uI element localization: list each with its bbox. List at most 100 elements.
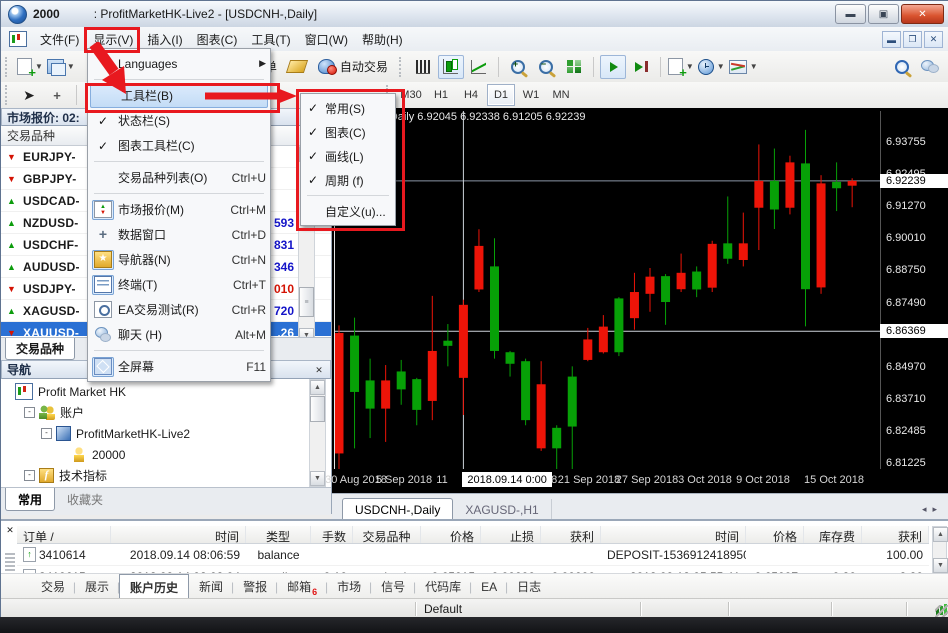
chart-tab-XAGUSD-,H1[interactable]: XAGUSD-,H1 (453, 499, 551, 520)
menu-item[interactable]: 聊天 (H)Alt+M (88, 322, 270, 347)
menu-item[interactable]: ✓图表工具栏(C) (88, 133, 270, 158)
period-D1[interactable]: D1 (487, 84, 515, 106)
minimize-button[interactable]: ▬ (835, 4, 866, 24)
profiles-button[interactable]: ▼ (46, 55, 76, 79)
column-header-时间[interactable]: 时间 (111, 526, 246, 543)
menu-item[interactable]: 全屏幕F11 (88, 354, 270, 379)
chart-shift-button[interactable] (628, 55, 654, 79)
restore-button[interactable]: ▣ (868, 4, 899, 24)
menu-item[interactable]: 自定义(u)... (301, 199, 395, 223)
terminal-tab-代码库[interactable]: 代码库| (415, 574, 471, 599)
toolbar-grip[interactable] (399, 57, 405, 77)
period-H1[interactable]: H1 (427, 84, 455, 106)
terminal-tab-账户历史[interactable]: 账户历史 (119, 574, 189, 600)
menu-item[interactable]: ✓图表(C) (301, 120, 395, 144)
menu-item[interactable]: ✓画线(L) (301, 144, 395, 168)
period-W1[interactable]: W1 (517, 84, 545, 106)
new-chart-button[interactable]: +▼ (16, 55, 44, 79)
chart-window-system-icon[interactable] (9, 31, 27, 47)
terminal-tab-EA[interactable]: EA| (471, 574, 507, 599)
menu-窗口(W)[interactable]: 窗口(W) (298, 27, 355, 52)
menu-item[interactable]: +数据窗口Ctrl+D (88, 222, 270, 247)
column-header-库存费[interactable]: 库存费 (804, 526, 862, 543)
toolbar-grip[interactable] (5, 85, 11, 105)
status-profile[interactable]: Default (416, 602, 641, 616)
terminal-tab-信号[interactable]: 信号| (371, 574, 415, 599)
menu-item[interactable]: EA交易测试(R)Ctrl+R (88, 297, 270, 322)
scrollbar-thumb[interactable] (310, 396, 325, 422)
menu-item[interactable]: ✓周期 (f) (301, 168, 395, 192)
period-MN[interactable]: MN (547, 84, 575, 106)
toolbar-grip[interactable] (5, 57, 11, 77)
child-close-button[interactable]: ✕ (924, 31, 943, 48)
tree-item-技术指标[interactable]: -f技术指标 (1, 465, 307, 486)
price-axis[interactable]: 6.937556.924956.912706.900106.887506.874… (880, 111, 948, 469)
child-minimize-button[interactable]: ▬ (882, 31, 901, 48)
zoom-in-button[interactable]: + (505, 55, 531, 79)
order-row[interactable]: ↑34106142018.09.14 08:06:59balanceDEPOSI… (17, 544, 929, 566)
column-header-类型[interactable]: 类型 (246, 526, 311, 543)
menu-item[interactable]: 终端(T)Ctrl+T (88, 272, 270, 297)
menu-item[interactable]: 交易品种列表(O)Ctrl+U (88, 165, 270, 190)
menu-item[interactable]: Languages▶ (88, 51, 270, 76)
column-header-订单 /[interactable]: 订单 / (17, 526, 111, 543)
tree-expander[interactable]: - (24, 470, 35, 481)
periods-button[interactable]: ▼ (697, 55, 726, 79)
scroll-down-button[interactable]: ▼ (933, 558, 948, 573)
scroll-down-button[interactable]: ▼ (310, 471, 325, 486)
column-header-时间[interactable]: 时间 (601, 526, 746, 543)
scrollbar-thumb[interactable]: ≡ (299, 287, 314, 317)
history-center-button[interactable] (284, 55, 310, 79)
close-button[interactable]: ✕ (901, 4, 944, 24)
terminal-tab-市场[interactable]: 市场| (327, 574, 371, 599)
terminal-tab-交易[interactable]: 交易| (31, 574, 75, 599)
column-header-获利[interactable]: 获利 (541, 526, 601, 543)
tree-item-ProfitMarketHK-Live2[interactable]: -ProfitMarketHK-Live2 (1, 423, 307, 444)
column-header-交易品种[interactable]: 交易品种 (353, 526, 421, 543)
navigator-tab-常用[interactable]: 常用 (5, 488, 55, 511)
menu-帮助(H)[interactable]: 帮助(H) (355, 27, 410, 52)
menu-item[interactable]: ✓常用(S) (301, 96, 395, 120)
chart-plot-area[interactable] (334, 111, 881, 469)
indicators-button[interactable]: +▼ (667, 55, 695, 79)
symbols-tab[interactable]: 交易品种 (5, 338, 75, 360)
terminal-tab-警报[interactable]: 警报| (233, 574, 277, 599)
line-chart-button[interactable] (466, 55, 492, 79)
zoom-out-button[interactable]: − (533, 55, 559, 79)
menu-item[interactable]: ✓状态栏(S) (88, 108, 270, 133)
terminal-tab-新闻[interactable]: 新闻| (189, 574, 233, 599)
time-axis[interactable]: 30 Aug 20185 Sep 20181114 Sep 201821 Sep… (334, 469, 948, 491)
column-header-价格[interactable]: 价格 (746, 526, 804, 543)
auto-trading-button[interactable]: 自动交易 (312, 55, 394, 79)
menu-item[interactable]: ★导航器(N)Ctrl+N (88, 247, 270, 272)
candlestick-chart-button[interactable] (438, 55, 464, 79)
scroll-up-button[interactable]: ▲ (310, 380, 325, 395)
terminal-tab-邮箱[interactable]: 邮箱6| (277, 574, 327, 599)
tree-expander[interactable]: - (41, 428, 52, 439)
tab-scroll-arrows[interactable]: ◂▸ (922, 504, 943, 515)
close-icon[interactable]: ✕ (312, 363, 326, 377)
column-header-获利[interactable]: 获利 (862, 526, 929, 543)
search-button[interactable] (889, 55, 915, 79)
scroll-up-button[interactable]: ▲ (933, 527, 948, 542)
tile-windows-button[interactable] (561, 55, 587, 79)
chat-button[interactable] (917, 55, 943, 79)
menu-item[interactable]: 工具栏(B) (90, 83, 268, 108)
child-restore-button[interactable]: ❐ (903, 31, 922, 48)
terminal-tab-日志[interactable]: 日志 (507, 574, 551, 599)
close-icon[interactable]: ✕ (4, 524, 16, 536)
terminal-tab-展示[interactable]: 展示| (75, 574, 119, 599)
navigator-scrollbar[interactable]: ▲ ▼ (309, 379, 326, 487)
period-M30[interactable]: M30 (397, 84, 425, 106)
templates-button[interactable]: ▼ (728, 55, 759, 79)
bar-chart-button[interactable] (410, 55, 436, 79)
crosshair-button[interactable]: + (44, 83, 70, 107)
period-H4[interactable]: H4 (457, 84, 485, 106)
tree-item-Profit Market HK[interactable]: Profit Market HK (1, 381, 307, 402)
navigator-tab-收藏夹[interactable]: 收藏夹 (55, 488, 115, 510)
column-header-手数[interactable]: 手数 (311, 526, 353, 543)
menu-文件(F)[interactable]: 文件(F) (33, 27, 86, 52)
tree-item-20000[interactable]: 20000 (1, 444, 307, 465)
tree-item-账户[interactable]: -账户 (1, 402, 307, 423)
auto-scroll-button[interactable] (600, 55, 626, 79)
